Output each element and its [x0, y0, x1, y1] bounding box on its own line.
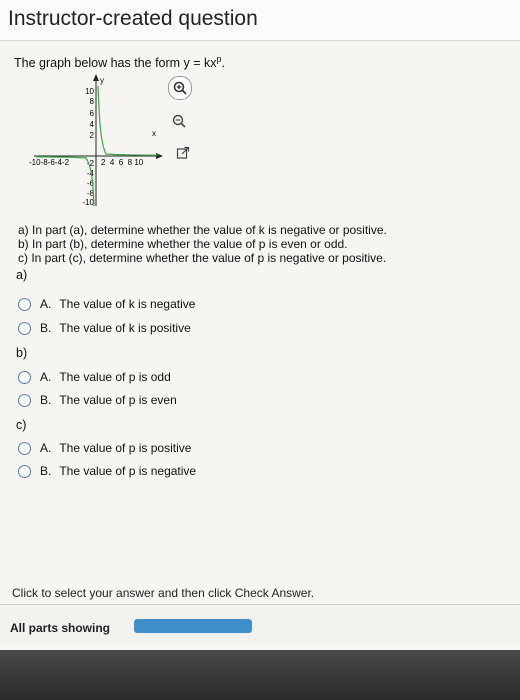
- instruction-a: a) In part (a), determine whether the va…: [18, 223, 387, 237]
- zoom-out-icon: [172, 114, 186, 128]
- option-a-b[interactable]: B. The value of k is positive: [18, 319, 191, 337]
- y-axis-arrow: [93, 74, 99, 81]
- y-tick: 4: [90, 120, 95, 129]
- y-tick: -10: [82, 198, 94, 207]
- zoom-out-button[interactable]: [168, 110, 190, 132]
- x-axis-label: x: [152, 129, 156, 138]
- section-label-b: b): [16, 346, 28, 360]
- progress-bar: [134, 619, 252, 633]
- radio-button[interactable]: [18, 441, 31, 455]
- question-text: The graph below has the form y = kxp.: [14, 54, 226, 71]
- page-title: Instructor-created question: [8, 7, 258, 30]
- device-bezel: [0, 650, 520, 700]
- footer-bar: All parts showing: [0, 604, 520, 645]
- progress-fill: [134, 619, 252, 633]
- instruction-b: b) In part (b), determine whether the va…: [18, 237, 348, 251]
- graph: y x 10 8 6 4 2 -2 -4 -6 -8 -10 -10-8-6-4…: [29, 74, 163, 207]
- curve-upper: [97, 85, 159, 156]
- radio-button[interactable]: [18, 370, 31, 384]
- instruction-c: c) In part (c), determine whether the va…: [18, 251, 387, 265]
- section-label-a: a): [16, 268, 28, 282]
- instructions: a) In part (a), determine whether the va…: [18, 223, 387, 265]
- parts-showing-label: All parts showing: [10, 621, 111, 635]
- section-label-c: c): [16, 418, 27, 432]
- x-ticks-negative: -10-8-6-4-2: [29, 158, 70, 167]
- footer-instruction: Click to select your answer and then cli…: [12, 586, 315, 600]
- radio-button[interactable]: [18, 464, 31, 478]
- option-c-b[interactable]: B. The value of p is negative: [18, 462, 196, 480]
- option-c-a[interactable]: A. The value of p is positive: [18, 439, 191, 457]
- x-ticks-positive: 2 4 6 8 10: [101, 158, 144, 167]
- radio-button[interactable]: [18, 393, 31, 407]
- option-b-a[interactable]: A. The value of p is odd: [18, 368, 171, 386]
- radio-button[interactable]: [18, 297, 31, 311]
- option-b-b[interactable]: B. The value of p is even: [18, 391, 177, 409]
- expand-icon: [176, 146, 190, 159]
- expand-graph-button[interactable]: [172, 142, 194, 164]
- zoom-in-button[interactable]: [168, 76, 192, 100]
- y-tick: 10: [85, 87, 94, 96]
- zoom-in-icon: [173, 81, 187, 95]
- x-axis-arrow: [156, 153, 163, 159]
- header-bar: Instructor-created question: [0, 0, 520, 41]
- y-axis-label: y: [100, 76, 104, 85]
- radio-button[interactable]: [18, 321, 31, 335]
- y-tick: 2: [90, 131, 95, 140]
- option-a-a[interactable]: A. The value of k is negative: [18, 295, 195, 313]
- y-tick: 6: [90, 109, 95, 118]
- y-tick: 8: [90, 97, 95, 106]
